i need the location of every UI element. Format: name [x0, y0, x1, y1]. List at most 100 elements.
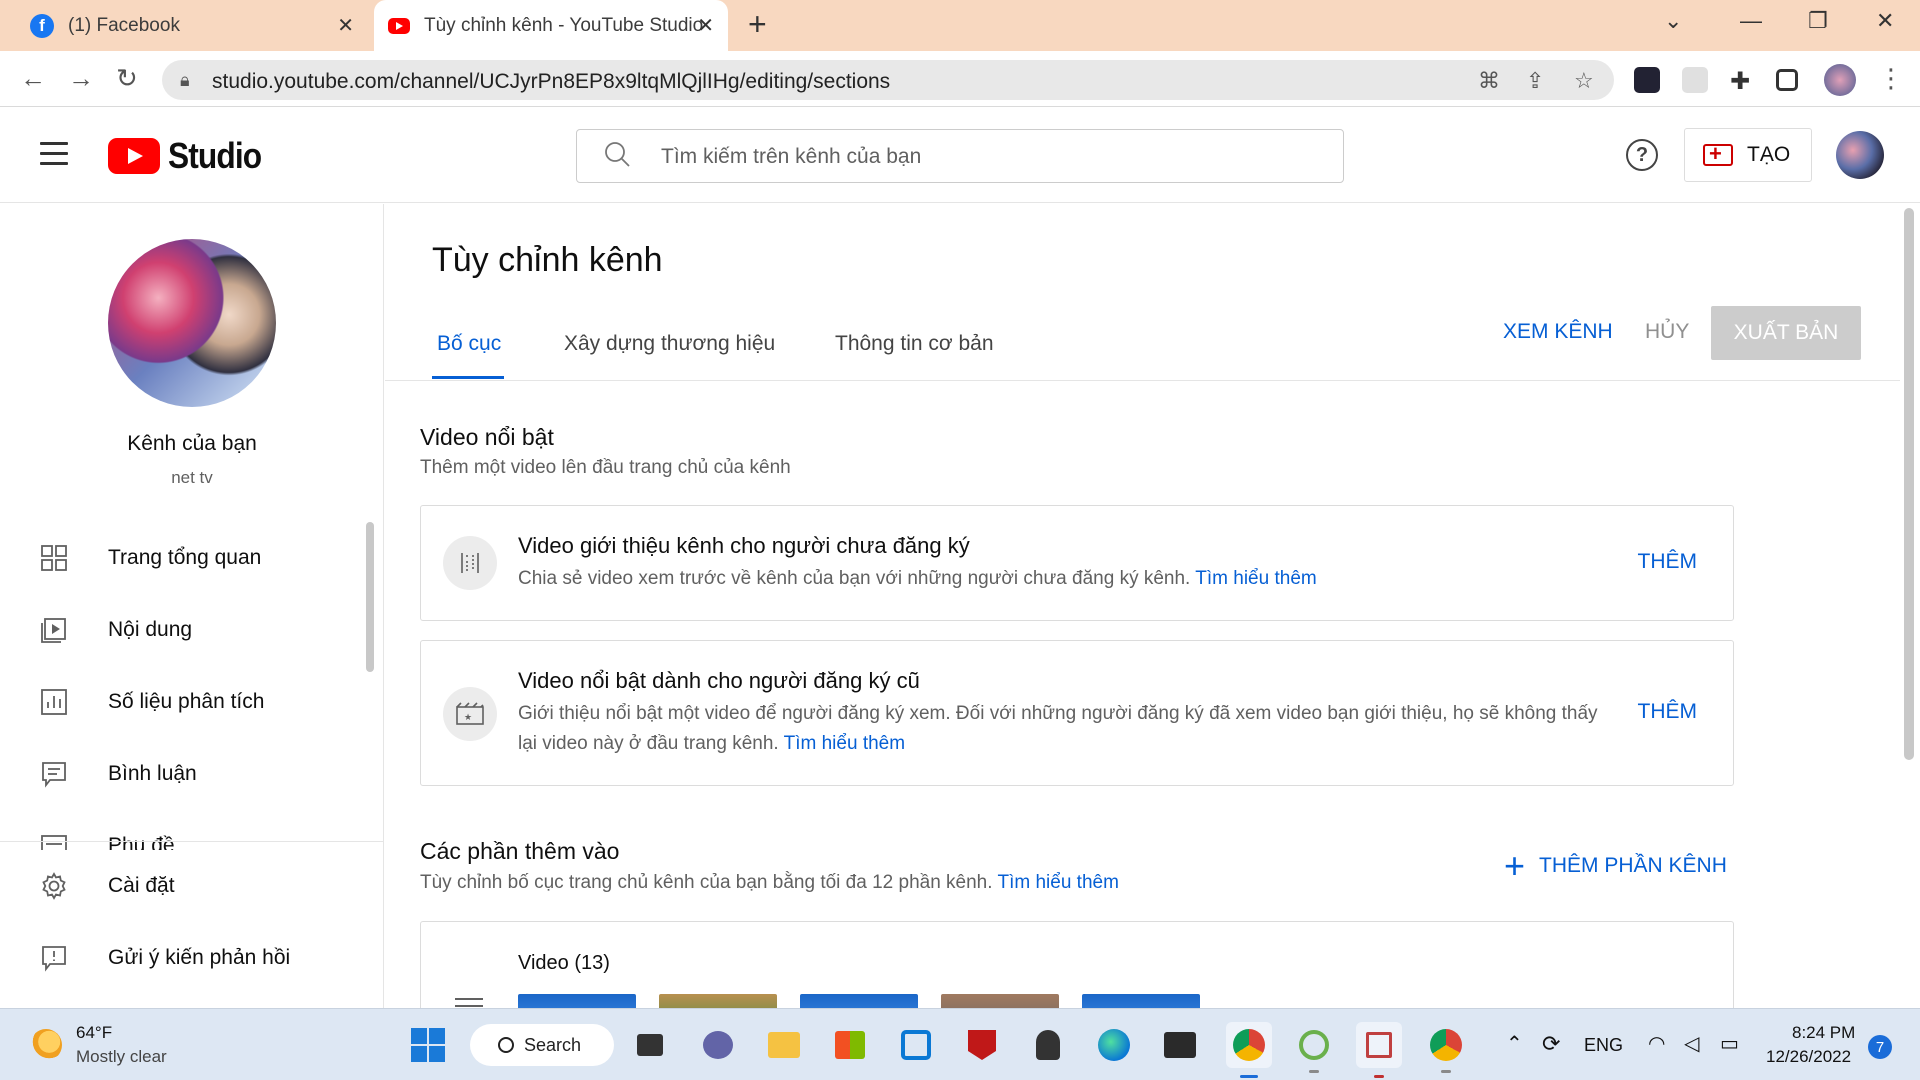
- tab-search-icon[interactable]: ⌄: [1664, 8, 1682, 34]
- windows-start-icon[interactable]: [410, 1027, 446, 1063]
- sidebar-item-label: Trang tổng quan: [108, 546, 262, 569]
- browser-tab-bar: f (1) Facebook ✕ Tùy chỉnh kênh - YouTub…: [0, 0, 1920, 51]
- publish-button[interactable]: XUẤT BẢN: [1711, 306, 1861, 360]
- profile-avatar[interactable]: [1824, 64, 1856, 96]
- edge-browser-icon[interactable]: [1096, 1027, 1132, 1063]
- tab-basic-info[interactable]: Thông tin cơ bản: [835, 332, 994, 356]
- clock-date[interactable]: 12/26/2022: [1766, 1047, 1851, 1067]
- sidebar: Kênh của bạn net tv Trang tổng quan Nội …: [0, 204, 384, 1008]
- view-channel-button[interactable]: XEM KÊNH: [1503, 320, 1613, 344]
- app-icon[interactable]: [1030, 1027, 1066, 1063]
- video-thumbnail[interactable]: [659, 994, 777, 1008]
- sidebar-item-comments[interactable]: Bình luận: [0, 738, 383, 810]
- app-icon[interactable]: [898, 1027, 934, 1063]
- video-thumbnail[interactable]: [1082, 994, 1200, 1008]
- extension-icon[interactable]: [1634, 67, 1660, 93]
- sidebar-divider: [0, 841, 383, 842]
- notification-badge[interactable]: 7: [1868, 1035, 1892, 1059]
- file-explorer-icon[interactable]: [766, 1027, 802, 1063]
- featured-section-title: Video nổi bật: [420, 424, 554, 450]
- window-close-icon[interactable]: ✕: [1876, 8, 1894, 34]
- learn-more-link[interactable]: Tìm hiểu thêm: [1195, 568, 1316, 589]
- close-tab-icon[interactable]: ✕: [337, 13, 354, 38]
- address-bar: ← → ↻ 🔒︎ studio.youtube.com/channel/UCJy…: [0, 51, 1920, 107]
- microsoft-store-icon[interactable]: [832, 1027, 868, 1063]
- tab-layout[interactable]: Bố cục: [437, 332, 501, 356]
- forward-icon[interactable]: →: [68, 63, 94, 94]
- minimize-icon[interactable]: —: [1740, 8, 1762, 34]
- share-icon[interactable]: ⇪: [1526, 68, 1544, 94]
- battery-icon[interactable]: ▭: [1720, 1031, 1739, 1056]
- active-tab-indicator: [432, 376, 504, 379]
- sidebar-scrollbar[interactable]: [366, 522, 374, 672]
- mcafee-icon[interactable]: [964, 1027, 1000, 1063]
- card-desc-line: Giới thiệu nổi bật một video để người đă…: [518, 703, 1598, 724]
- sidebar-item-analytics[interactable]: Số liệu phân tích: [0, 666, 383, 738]
- weather-moon-icon[interactable]: [30, 1029, 62, 1061]
- trailer-icon: [443, 536, 497, 590]
- back-icon[interactable]: ←: [20, 63, 46, 94]
- browser-menu-icon[interactable]: ⋮: [1878, 63, 1904, 94]
- chrome-profile-icon[interactable]: [1428, 1027, 1464, 1073]
- lock-icon[interactable]: 🔒︎: [180, 70, 190, 91]
- clock-time[interactable]: 8:24 PM: [1792, 1023, 1855, 1043]
- youtube-studio-logo[interactable]: Studio: [108, 135, 274, 177]
- tab-youtube-studio[interactable]: Tùy chỉnh kênh - YouTube Studio ✕: [374, 0, 728, 51]
- add-featured-video-button[interactable]: THÊM: [1638, 700, 1698, 724]
- hamburger-menu-icon[interactable]: [40, 142, 68, 165]
- weather-condition[interactable]: Mostly clear: [76, 1047, 167, 1067]
- learn-more-link[interactable]: Tìm hiểu thêm: [784, 733, 905, 754]
- help-icon[interactable]: ?: [1626, 139, 1658, 171]
- featured-video-icon: ★: [443, 687, 497, 741]
- sidebar-item-label: Số liệu phân tích: [108, 690, 265, 713]
- close-tab-icon[interactable]: ✕: [697, 13, 714, 38]
- sections-subtitle: Tùy chỉnh bố cục trang chủ kênh của bạn …: [420, 872, 1119, 894]
- chrome-icon[interactable]: [1226, 1022, 1272, 1078]
- restore-icon[interactable]: ❐: [1808, 8, 1828, 34]
- taskbar-search-button[interactable]: Search: [470, 1024, 614, 1066]
- add-section-button[interactable]: + THÊM PHẦN KÊNH: [1504, 848, 1727, 884]
- new-tab-icon[interactable]: +: [748, 6, 767, 43]
- videos-section-card: Video (13): [420, 921, 1734, 1008]
- video-thumbnail[interactable]: [941, 994, 1059, 1008]
- app-icon[interactable]: [1356, 1022, 1402, 1078]
- video-thumbnail[interactable]: [800, 994, 918, 1008]
- sidebar-item-dashboard[interactable]: Trang tổng quan: [0, 522, 383, 594]
- sidebar-item-settings[interactable]: Cài đặt: [0, 850, 383, 922]
- translate-icon[interactable]: ⌘: [1478, 68, 1500, 94]
- tab-branding[interactable]: Xây dựng thương hiệu: [564, 332, 775, 356]
- create-button[interactable]: TẠO: [1684, 128, 1812, 182]
- wifi-icon[interactable]: ◠: [1648, 1031, 1665, 1056]
- sidebar-item-feedback[interactable]: Gửi ý kiến phản hồi: [0, 922, 383, 994]
- bookmark-star-icon[interactable]: ☆: [1574, 68, 1594, 94]
- sync-icon[interactable]: ⟳: [1542, 1031, 1560, 1057]
- feedback-icon: [42, 946, 66, 972]
- tab-facebook[interactable]: f (1) Facebook ✕: [18, 0, 368, 51]
- app-icon[interactable]: [1296, 1027, 1332, 1073]
- channel-search-box[interactable]: [576, 129, 1344, 183]
- url-bar[interactable]: 🔒︎ studio.youtube.com/channel/UCJyrPn8EP…: [162, 60, 1614, 100]
- teams-chat-icon[interactable]: [700, 1027, 736, 1063]
- weather-temperature[interactable]: 64°F: [76, 1023, 112, 1043]
- channel-avatar[interactable]: [108, 239, 276, 407]
- volume-muted-icon[interactable]: ◁: [1684, 1031, 1699, 1056]
- language-indicator[interactable]: ENG: [1584, 1035, 1623, 1056]
- terminal-icon[interactable]: [1162, 1027, 1198, 1063]
- extensions-puzzle-icon[interactable]: ✚: [1730, 67, 1756, 95]
- chevron-up-icon[interactable]: ⌃: [1506, 1031, 1523, 1056]
- extension-icon[interactable]: [1682, 67, 1708, 93]
- search-input[interactable]: [661, 142, 1301, 172]
- account-avatar[interactable]: [1836, 131, 1884, 179]
- add-trailer-button[interactable]: THÊM: [1638, 550, 1698, 574]
- drag-handle-icon[interactable]: [455, 998, 483, 1008]
- video-thumbnail[interactable]: [518, 994, 636, 1008]
- main-scrollbar[interactable]: [1904, 208, 1914, 760]
- sidebar-item-content[interactable]: Nội dung: [0, 594, 383, 666]
- videos-section-title: Video (13): [518, 952, 610, 974]
- search-icon[interactable]: [603, 140, 631, 168]
- learn-more-link[interactable]: Tìm hiểu thêm: [997, 872, 1118, 893]
- task-view-icon[interactable]: [632, 1027, 668, 1063]
- side-panel-icon[interactable]: [1776, 69, 1798, 91]
- cancel-button[interactable]: HỦY: [1645, 320, 1689, 344]
- reload-icon[interactable]: ↻: [116, 63, 138, 94]
